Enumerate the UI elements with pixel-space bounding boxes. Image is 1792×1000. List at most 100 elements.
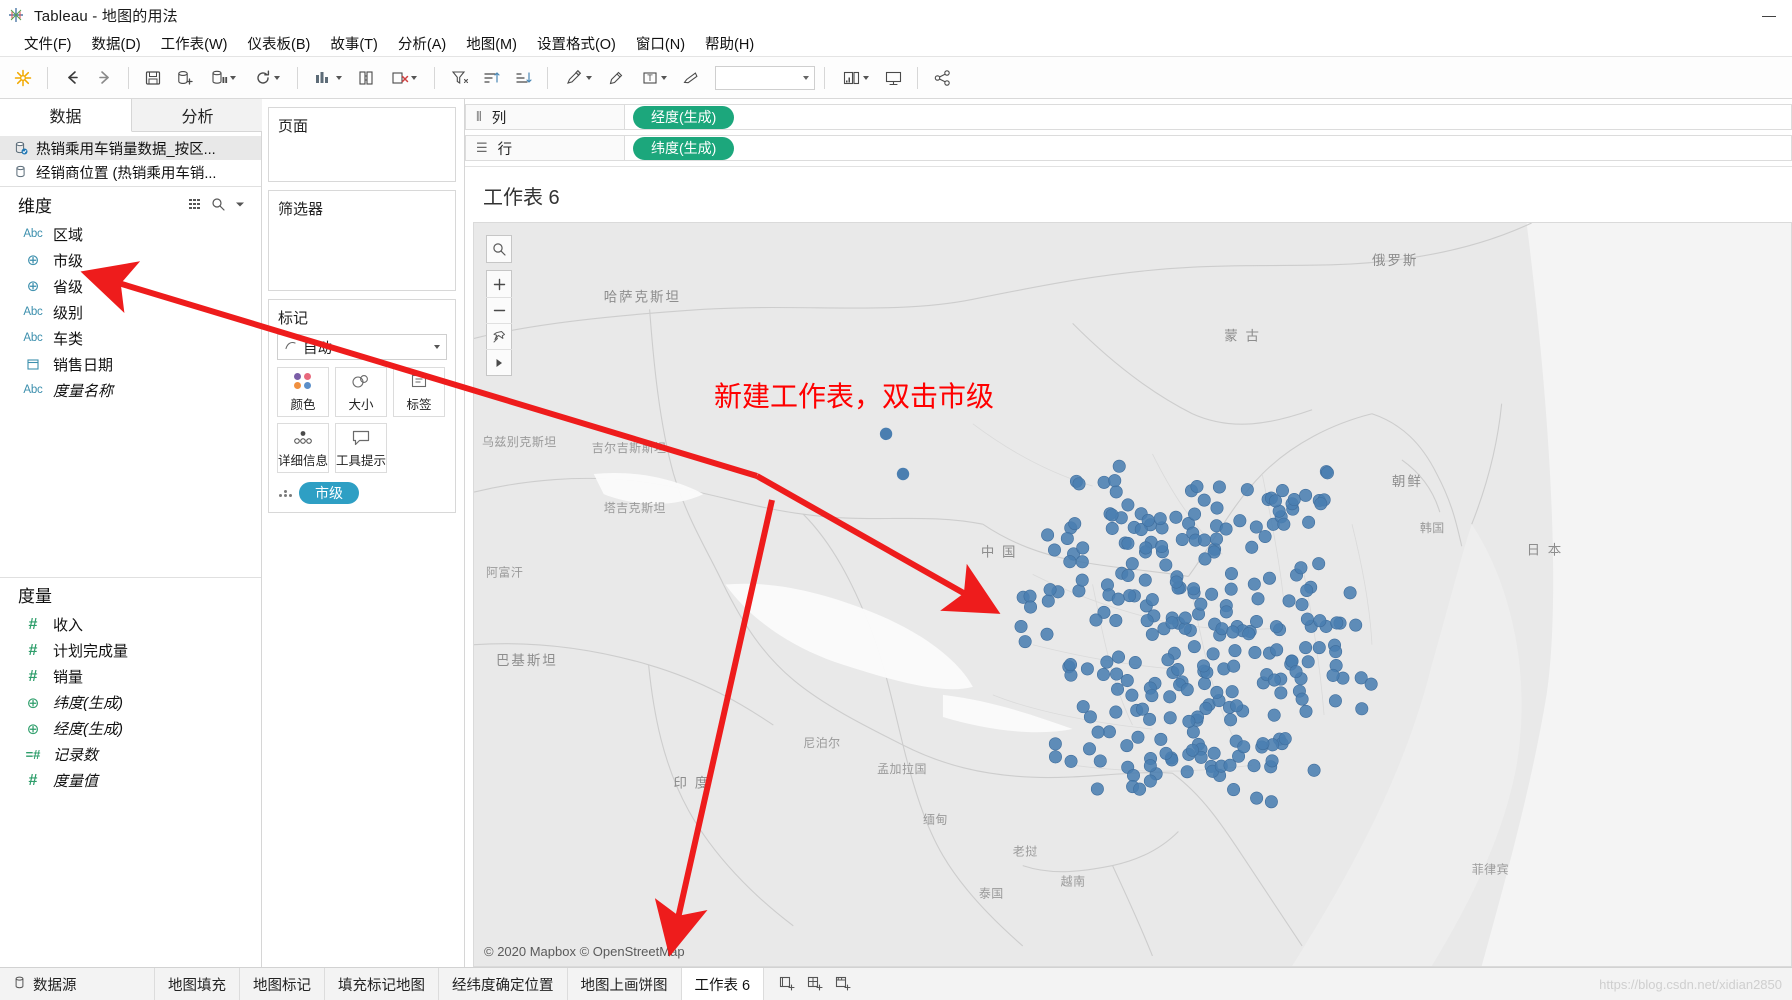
measure-field-income[interactable]: # 收入 xyxy=(0,612,261,638)
map-mark[interactable] xyxy=(1043,583,1057,597)
fix-axes-icon[interactable] xyxy=(677,63,707,93)
map-mark[interactable] xyxy=(1250,614,1264,629)
marks-tooltip-button[interactable]: 工具提示 xyxy=(335,423,387,473)
map-mark[interactable] xyxy=(1138,573,1152,587)
map-mark[interactable] xyxy=(1269,620,1283,634)
map-mark[interactable] xyxy=(1121,498,1135,512)
map-mark[interactable] xyxy=(1145,593,1159,607)
map-mark[interactable] xyxy=(1219,522,1233,536)
map-mark[interactable] xyxy=(1256,737,1270,751)
map-mark[interactable] xyxy=(1188,507,1202,521)
sheet-tab-filled-mark-map[interactable]: 填充标记地图 xyxy=(325,968,439,1000)
map-mark[interactable] xyxy=(1247,577,1261,591)
map-mark[interactable] xyxy=(1048,737,1062,751)
map-mark[interactable] xyxy=(1300,583,1314,598)
map-mark[interactable] xyxy=(1282,594,1296,608)
filters-dropzone[interactable] xyxy=(269,224,455,290)
map-mark[interactable] xyxy=(1206,647,1220,661)
map-mark[interactable] xyxy=(1163,711,1177,725)
annotate-icon[interactable] xyxy=(601,63,631,93)
map-mark[interactable] xyxy=(1313,614,1327,628)
map-mark[interactable] xyxy=(1274,686,1288,700)
menu-item-analysis[interactable]: 分析(A) xyxy=(388,31,456,56)
sheet-tab-worksheet-6[interactable]: 工作表 6 xyxy=(681,968,765,1000)
map-mark[interactable] xyxy=(1171,662,1185,677)
map-mark[interactable] xyxy=(1180,765,1194,779)
map-mark[interactable] xyxy=(1105,508,1119,522)
map-mark[interactable] xyxy=(1165,616,1179,630)
map-mark[interactable] xyxy=(1120,739,1134,753)
tab-analytics[interactable]: 分析 xyxy=(132,99,264,131)
mark-type-dropdown[interactable]: 自动 xyxy=(277,334,447,360)
map-mark[interactable] xyxy=(1123,589,1137,603)
share-icon[interactable] xyxy=(927,63,957,93)
map-mark[interactable] xyxy=(1301,655,1315,669)
chevron-down-icon[interactable] xyxy=(229,194,251,214)
save-icon[interactable] xyxy=(138,63,168,93)
map-mark[interactable] xyxy=(1125,688,1139,702)
map-mark[interactable] xyxy=(1300,612,1314,626)
dimension-field-measurenames[interactable]: Abc 度量名称 xyxy=(0,377,261,403)
refresh-datasource-icon[interactable] xyxy=(246,63,288,93)
map-mark[interactable] xyxy=(1219,605,1233,619)
marks-color-button[interactable]: 颜色 xyxy=(277,367,329,417)
map-mark[interactable] xyxy=(1111,682,1125,696)
map-mark[interactable] xyxy=(1109,613,1123,628)
map-mark[interactable] xyxy=(1080,662,1094,676)
measure-field-recordcount[interactable]: =# 记录数 xyxy=(0,742,261,768)
map-mark[interactable] xyxy=(1121,568,1135,583)
map-mark[interactable] xyxy=(1226,625,1240,639)
map-mark[interactable] xyxy=(1210,532,1223,546)
map-mark[interactable] xyxy=(1197,493,1211,507)
map-mark[interactable] xyxy=(1349,618,1363,632)
map-mark[interactable] xyxy=(1190,480,1204,494)
map-mark[interactable] xyxy=(1185,743,1199,757)
map-mark[interactable] xyxy=(1145,627,1159,641)
dimension-field-province[interactable]: ⊕ 省级 xyxy=(0,273,261,299)
map-mark[interactable] xyxy=(1250,791,1264,805)
map-mark[interactable] xyxy=(1251,592,1265,606)
map-mark[interactable] xyxy=(1128,656,1142,670)
map-mark[interactable] xyxy=(1175,532,1189,547)
map-mark[interactable] xyxy=(1233,514,1247,528)
map-mark[interactable] xyxy=(1227,783,1241,797)
map-mark[interactable] xyxy=(1041,528,1055,542)
menu-item-data[interactable]: 数据(D) xyxy=(82,31,151,56)
dimension-field-level[interactable]: Abc 级别 xyxy=(0,299,261,325)
map-mark[interactable] xyxy=(1083,710,1097,724)
map-mark[interactable] xyxy=(1224,582,1238,596)
map-mark[interactable] xyxy=(1205,587,1219,601)
map-mark[interactable] xyxy=(1275,484,1289,498)
map-mark[interactable] xyxy=(1326,668,1340,682)
sheet-tab-map-marks[interactable]: 地图标记 xyxy=(240,968,325,1000)
map-mark[interactable] xyxy=(1097,475,1111,489)
map-mark[interactable] xyxy=(1125,557,1139,571)
map-mark[interactable] xyxy=(1223,758,1237,772)
map-mark[interactable] xyxy=(1247,759,1261,773)
columns-pill-longitude[interactable]: 经度(生成) xyxy=(633,105,735,129)
sort-descending-icon[interactable] xyxy=(508,63,538,93)
map-mark[interactable] xyxy=(1198,677,1212,691)
map-mark[interactable] xyxy=(1024,600,1038,614)
map-mark[interactable] xyxy=(1302,515,1316,529)
map-zoom-out-button[interactable] xyxy=(486,297,512,323)
search-icon[interactable] xyxy=(207,194,229,214)
map-mark[interactable] xyxy=(1075,573,1089,587)
map-zoom-in-button[interactable] xyxy=(486,271,512,297)
map-mark[interactable] xyxy=(1312,641,1326,655)
tab-data[interactable]: 数据 xyxy=(0,99,132,132)
map-mark[interactable] xyxy=(1163,690,1177,704)
map-mark[interactable] xyxy=(1093,754,1107,768)
map-mark[interactable] xyxy=(1135,702,1149,716)
dimension-field-cartype[interactable]: Abc 车类 xyxy=(0,325,261,351)
map-mark[interactable] xyxy=(1307,763,1321,777)
map-mark[interactable] xyxy=(1109,705,1123,719)
map-mark[interactable] xyxy=(1063,555,1077,569)
map-mark[interactable] xyxy=(1278,732,1292,746)
map-mark[interactable] xyxy=(1047,543,1061,557)
map-mark[interactable] xyxy=(1227,659,1241,673)
map-mark[interactable] xyxy=(1111,592,1125,606)
map-expand-button[interactable] xyxy=(486,349,512,375)
show-mark-labels-icon[interactable]: T xyxy=(633,63,675,93)
map-mark[interactable] xyxy=(1040,627,1054,641)
